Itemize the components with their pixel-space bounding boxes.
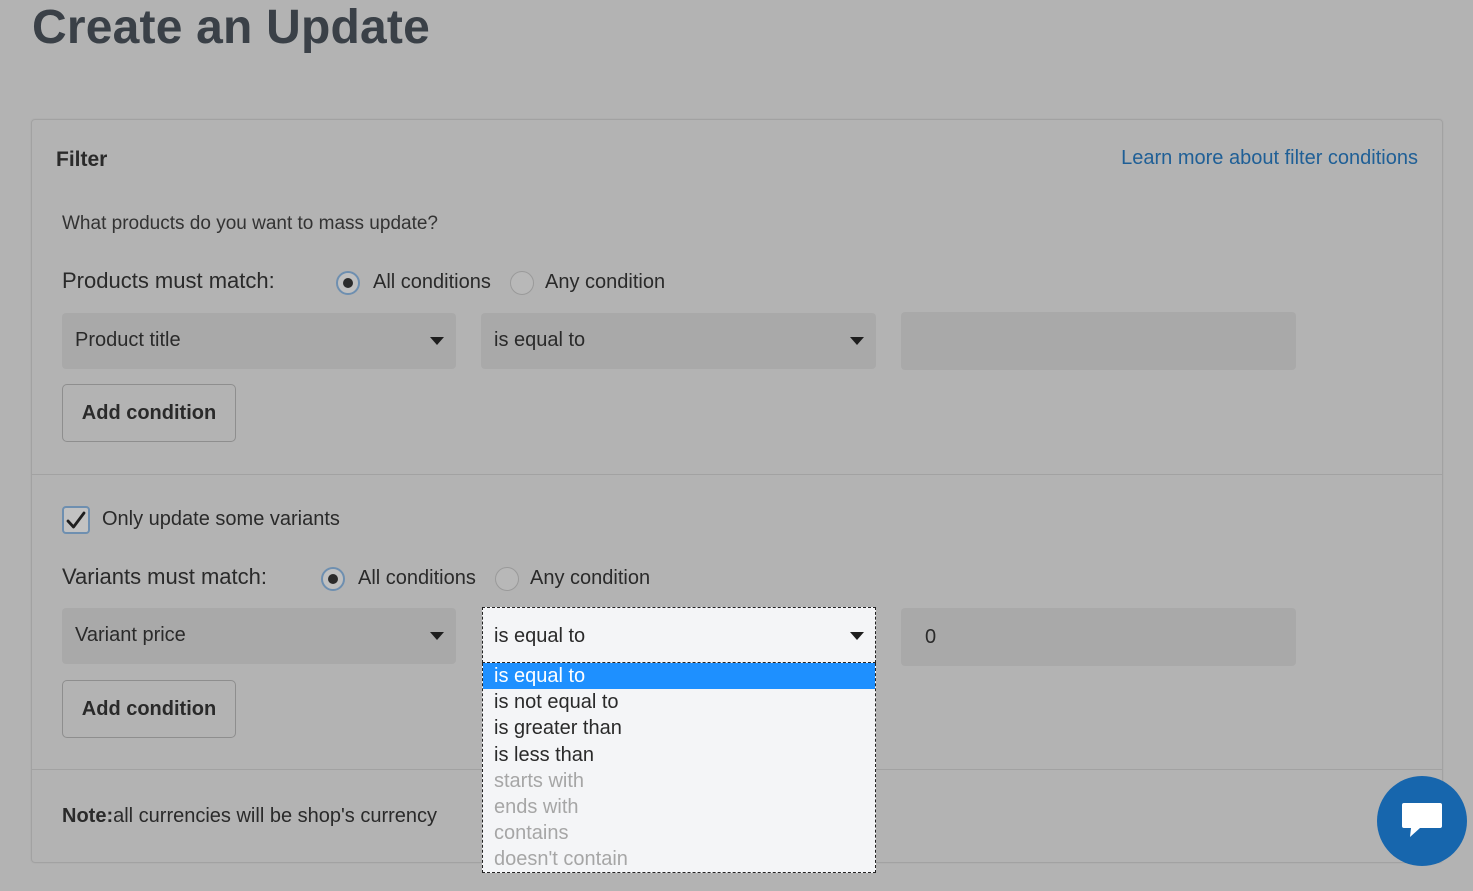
operator-option-is-less-than[interactable]: is less than: [483, 742, 875, 768]
operator-option-doesnt-contain: doesn't contain: [494, 848, 628, 871]
products-any-condition-label[interactable]: Any condition: [545, 271, 665, 294]
only-update-variants-checkbox[interactable]: [62, 506, 90, 534]
products-all-conditions-radio[interactable]: [336, 271, 360, 295]
caret-down-icon: [430, 632, 444, 640]
variants-any-condition-radio[interactable]: [495, 567, 519, 591]
checkmark-icon: [66, 511, 86, 529]
note-label: Note:: [62, 805, 114, 827]
learn-more-link[interactable]: Learn more about filter conditions: [1121, 147, 1418, 170]
caret-down-icon: [430, 337, 444, 345]
page-title: Create an Update: [32, 1, 430, 54]
variants-match-label: Variants must match:: [62, 564, 267, 589]
variants-add-condition-button[interactable]: Add condition: [62, 680, 236, 738]
product-value-input[interactable]: [901, 312, 1296, 370]
products-add-condition-button[interactable]: Add condition: [62, 384, 236, 442]
products-match-label: Products must match:: [62, 268, 275, 293]
variants-any-condition-label[interactable]: Any condition: [530, 567, 650, 590]
variants-all-conditions-label[interactable]: All conditions: [358, 567, 476, 590]
caret-down-icon: [850, 337, 864, 345]
section-divider: [32, 474, 1442, 475]
operator-option-contains: contains: [494, 822, 569, 845]
variants-all-conditions-radio[interactable]: [321, 567, 345, 591]
products-any-condition-radio[interactable]: [510, 271, 534, 295]
note-text: all currencies will be shop's currency: [113, 805, 438, 827]
operator-option-is-greater-than[interactable]: is greater than: [483, 715, 875, 741]
product-operator-select[interactable]: is equal to: [481, 313, 876, 369]
variant-value-input[interactable]: 0: [901, 608, 1296, 666]
operator-option-starts-with: starts with: [494, 769, 585, 792]
product-field-select[interactable]: Product title: [62, 313, 456, 369]
only-update-variants-label[interactable]: Only update some variants: [102, 508, 340, 531]
currency-note: Note:all currencies will be shop's curre…: [62, 805, 437, 828]
filter-question: What products do you want to mass update…: [62, 213, 438, 234]
variant-operator-value: is equal to: [494, 625, 586, 647]
operator-dropdown-list: is equal to is not equal to is greater t…: [482, 663, 876, 873]
operator-option-is-equal-to[interactable]: is equal to: [483, 663, 875, 690]
product-field-value: Product title: [75, 329, 181, 351]
operator-option-ends-with: ends with: [494, 795, 579, 818]
operator-option-is-not-equal-to[interactable]: is not equal to: [483, 689, 875, 715]
filter-title: Filter: [56, 148, 108, 171]
products-all-conditions-label[interactable]: All conditions: [373, 271, 491, 294]
variant-field-select[interactable]: Variant price: [62, 608, 456, 664]
chat-button[interactable]: [1377, 776, 1467, 866]
variant-field-value: Variant price: [75, 624, 186, 646]
caret-down-icon: [850, 632, 864, 640]
product-operator-value: is equal to: [494, 329, 586, 351]
chat-icon: [1402, 803, 1442, 837]
variant-operator-select[interactable]: is equal to: [482, 607, 876, 663]
